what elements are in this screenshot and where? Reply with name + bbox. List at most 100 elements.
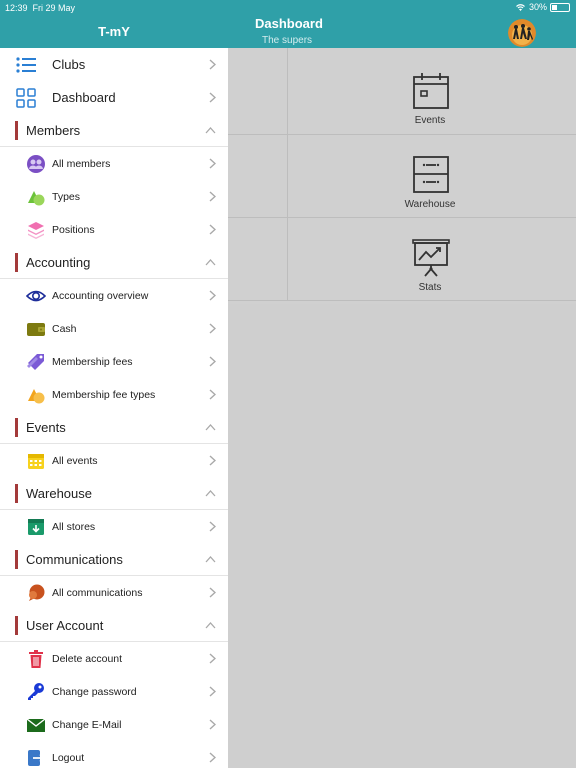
section-accounting[interactable]: Accounting xyxy=(0,246,228,279)
section-marker xyxy=(15,484,18,503)
wallet-icon xyxy=(27,323,45,336)
section-title: Communications xyxy=(26,551,123,567)
chevron-right-icon xyxy=(209,389,216,400)
chevron-right-icon xyxy=(209,59,216,70)
section-marker xyxy=(15,418,18,437)
cabinet-icon xyxy=(413,156,449,193)
section-title: Members xyxy=(26,122,81,138)
layers-icon xyxy=(28,222,44,239)
sidebar-item-change-email[interactable]: Change E-Mail xyxy=(0,708,228,741)
sidebar-item-label: Cash xyxy=(52,322,77,335)
chevron-right-icon xyxy=(209,686,216,697)
chevron-right-icon xyxy=(209,356,216,367)
sidebar-item-membership-fee-types[interactable]: Membership fee types xyxy=(0,378,228,411)
sidebar-item-all-members[interactable]: All members xyxy=(0,147,228,180)
sidebar-item-logout[interactable]: Logout xyxy=(0,741,228,768)
sidebar-item-membership-fees[interactable]: Membership fees xyxy=(0,345,228,378)
sidebar-item-cash[interactable]: Cash xyxy=(0,312,228,345)
sidebar-item-label: All stores xyxy=(52,520,96,533)
tile-label: Stats xyxy=(418,282,442,293)
sidebar-item-all-stores[interactable]: All stores xyxy=(0,510,228,543)
sidebar-item-label: Dashboard xyxy=(52,90,116,105)
page-subtitle: The supers xyxy=(262,35,313,46)
sidebar-item-dashboard[interactable]: Dashboard xyxy=(0,81,228,114)
chevron-right-icon xyxy=(209,521,216,532)
sidebar-item-accounting-overview[interactable]: Accounting overview xyxy=(0,279,228,312)
section-marker xyxy=(15,550,18,569)
sidebar-item-positions[interactable]: Positions xyxy=(0,213,228,246)
section-title: Accounting xyxy=(26,254,91,270)
sidebar-item-label: Delete account xyxy=(52,652,123,665)
list-icon xyxy=(16,56,36,73)
calendar-icon xyxy=(28,454,44,469)
chevron-up-icon[interactable] xyxy=(205,490,216,497)
store-icon xyxy=(28,519,44,535)
chevron-up-icon[interactable] xyxy=(205,622,216,629)
calendar-icon xyxy=(413,73,449,109)
chevron-right-icon xyxy=(209,323,216,334)
section-members[interactable]: Members xyxy=(0,114,228,147)
shapes-icon xyxy=(28,389,45,404)
chevron-right-icon xyxy=(209,455,216,466)
tile-warehouse[interactable]: Warehouse xyxy=(288,134,572,217)
section-marker xyxy=(15,616,18,635)
chevron-right-icon xyxy=(209,158,216,169)
sidebar-item-label: Change password xyxy=(52,685,137,698)
sidebar-item-label: Membership fees xyxy=(52,355,133,368)
tag-icon xyxy=(27,354,44,370)
tile-events[interactable]: Events xyxy=(288,50,572,133)
chevron-right-icon xyxy=(209,224,216,235)
sidebar-title: T-mY xyxy=(98,24,130,39)
members-icon xyxy=(27,155,45,173)
sidebar-item-label: Membership fee types xyxy=(52,388,156,401)
sidebar-item-all-events[interactable]: All events xyxy=(0,444,228,477)
avatar[interactable] xyxy=(508,19,536,47)
sidebar-item-types[interactable]: Types xyxy=(0,180,228,213)
sidebar-item-clubs[interactable]: Clubs xyxy=(0,48,228,81)
eye-icon xyxy=(26,290,46,302)
sidebar-item-label: Change E-Mail xyxy=(52,718,122,731)
section-title: User Account xyxy=(26,617,104,633)
status-time: 12:39 Fri 29 May xyxy=(5,3,76,13)
sidebar-item-label: All events xyxy=(52,454,98,467)
divider xyxy=(228,300,576,301)
battery-percent: 30% xyxy=(528,2,547,12)
dashboard-panel: Events Warehouse Stats xyxy=(228,48,576,304)
chevron-right-icon xyxy=(209,752,216,763)
chat-icon xyxy=(29,584,45,601)
sidebar-item-label: Positions xyxy=(52,223,95,236)
chevron-right-icon xyxy=(209,587,216,598)
section-title: Warehouse xyxy=(26,485,92,501)
logout-icon xyxy=(28,750,46,766)
shapes-icon xyxy=(28,191,45,206)
sidebar-item-change-password[interactable]: Change password xyxy=(0,675,228,708)
chevron-up-icon[interactable] xyxy=(205,259,216,266)
page-title: Dashboard xyxy=(255,16,323,31)
section-marker xyxy=(15,253,18,272)
chevron-right-icon xyxy=(209,719,216,730)
tile-stats[interactable]: Stats xyxy=(288,217,572,300)
presentation-chart-icon xyxy=(412,239,450,277)
section-warehouse[interactable]: Warehouse xyxy=(0,477,228,510)
chevron-right-icon xyxy=(209,92,216,103)
chevron-up-icon[interactable] xyxy=(205,127,216,134)
status-bar: 12:39 Fri 29 May 30% xyxy=(0,0,576,16)
sidebar-item-all-communications[interactable]: All communications xyxy=(0,576,228,609)
sidebar-item-label: Types xyxy=(52,190,81,203)
wifi-icon xyxy=(516,3,525,11)
section-title: Events xyxy=(26,419,66,435)
chevron-right-icon xyxy=(209,653,216,664)
chevron-up-icon[interactable] xyxy=(205,556,216,563)
sidebar-item-delete-account[interactable]: Delete account xyxy=(0,642,228,675)
section-communications[interactable]: Communications xyxy=(0,543,228,576)
tile-label: Events xyxy=(414,115,446,126)
mail-icon xyxy=(26,718,46,732)
section-user-account[interactable]: User Account xyxy=(0,609,228,642)
sidebar-item-label: Accounting overview xyxy=(52,289,149,302)
chevron-right-icon xyxy=(209,290,216,301)
section-marker xyxy=(15,121,18,140)
sidebar-item-label: Logout xyxy=(52,751,85,764)
section-events[interactable]: Events xyxy=(0,411,228,444)
chevron-up-icon[interactable] xyxy=(205,424,216,431)
sidebar-item-label: All members xyxy=(52,157,111,170)
